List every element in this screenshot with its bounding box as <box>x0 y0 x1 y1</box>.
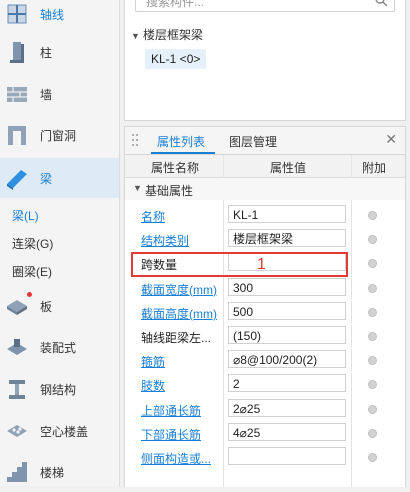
tab-layers[interactable]: 图层管理 <box>229 133 277 150</box>
highlight-box <box>131 252 348 277</box>
property-value-field[interactable]: KL-1 <box>228 205 346 223</box>
group-row[interactable]: ▼ 基础属性 <box>125 178 405 200</box>
header-value: 属性值 <box>270 161 307 175</box>
property-row[interactable]: 箍筋 ⌀8@100/200(2) <box>125 348 405 372</box>
tree-expand-icon[interactable]: ▼ <box>131 31 140 41</box>
nav-label-stairs: 楼梯 <box>40 466 65 480</box>
header-name: 属性名称 <box>151 161 200 175</box>
property-row[interactable]: 上部通长筋 2⌀25 <box>125 397 405 421</box>
property-value-field[interactable] <box>228 447 346 465</box>
beam-sub-beam[interactable]: 梁(L) <box>12 207 39 224</box>
attach-checkbox[interactable] <box>368 307 377 317</box>
attach-checkbox[interactable] <box>368 283 377 293</box>
axis-icon <box>7 4 27 24</box>
group-label: 基础属性 <box>145 184 194 198</box>
nav-item-beam[interactable]: 梁 <box>0 158 119 198</box>
nav-item-wall[interactable]: 墙 <box>0 74 119 114</box>
property-row[interactable]: 截面高度(mm) 500 <box>125 300 405 324</box>
nav-label-axis: 轴线 <box>40 8 65 22</box>
property-row[interactable]: 名称 KL-1 <box>125 203 405 227</box>
property-name[interactable]: 截面宽度(mm) <box>141 281 223 298</box>
property-row[interactable]: 截面宽度(mm) 300 <box>125 276 405 300</box>
property-name[interactable]: 截面高度(mm) <box>141 305 223 322</box>
nav-label-prefab: 装配式 <box>40 341 77 355</box>
search-input[interactable]: 搜索构件... <box>135 0 395 12</box>
property-value-field[interactable]: 2⌀25 <box>228 398 346 417</box>
properties-panel: 属性列表 图层管理 ✕ 属性名称 属性值 附加 ▼ 基础属性 名称 KL-1 结构类… <box>124 126 406 487</box>
property-value-field[interactable]: 500 <box>228 301 346 320</box>
property-row[interactable]: 侧面构造或... <box>125 445 405 469</box>
attach-checkbox[interactable] <box>368 453 377 462</box>
property-name[interactable]: 名称 <box>141 208 223 225</box>
steel-icon <box>9 380 25 399</box>
attach-checkbox[interactable] <box>368 380 377 390</box>
property-row[interactable]: 肢数 2 <box>125 372 405 396</box>
attach-checkbox[interactable] <box>368 259 377 269</box>
property-name[interactable]: 箍筋 <box>141 353 223 370</box>
nav-item-stairs[interactable]: 楼梯 <box>0 452 119 492</box>
property-value-field[interactable]: 4⌀25 <box>228 422 346 441</box>
search-icon[interactable] <box>374 0 388 7</box>
collapse-icon[interactable]: ▼ <box>133 183 142 193</box>
prefab-icon <box>7 339 27 355</box>
search-placeholder: 搜索构件... <box>146 0 205 9</box>
property-name[interactable]: 下部通长筋 <box>141 426 223 443</box>
property-name[interactable]: 结构类别 <box>141 232 223 249</box>
nav-label-hollow-floor: 空心楼盖 <box>40 425 89 439</box>
stairs-icon <box>7 462 27 482</box>
property-value-field[interactable]: 300 <box>228 277 346 296</box>
property-name[interactable]: 侧面构造或... <box>141 450 223 467</box>
nav-item-steel[interactable]: 钢结构 <box>0 369 119 409</box>
nav-label-door-window: 门窗洞 <box>40 129 77 143</box>
attach-checkbox[interactable] <box>368 332 377 341</box>
header-extra: 附加 <box>362 161 387 175</box>
property-row[interactable]: 轴线距梁左... (150) <box>125 324 405 348</box>
nav-item-prefab[interactable]: 装配式 <box>0 327 119 367</box>
tab-properties[interactable]: 属性列表 <box>157 133 205 150</box>
attach-checkbox[interactable] <box>368 211 377 220</box>
nav-item-slab[interactable]: 板 <box>0 286 119 326</box>
nav-label-slab: 板 <box>40 300 53 314</box>
property-name[interactable]: 肢数 <box>141 377 223 394</box>
table-header: 属性名称 属性值 附加 <box>125 155 405 178</box>
property-row[interactable]: 下部通长筋 4⌀25 <box>125 421 405 445</box>
component-nav: 轴线 柱 墙 门窗洞 梁 梁(L) 连梁(G) 圈梁(E) 板 装配式 钢结构 … <box>0 0 120 486</box>
property-value-field[interactable]: 楼层框架梁 <box>228 229 346 248</box>
nav-label-column: 柱 <box>40 46 53 60</box>
tree-group-label[interactable]: 楼层框架梁 <box>143 26 203 43</box>
active-tab-indicator <box>151 152 215 154</box>
property-name: 轴线距梁左... <box>141 331 212 345</box>
nav-item-door-window[interactable]: 门窗洞 <box>0 115 119 155</box>
property-value-field[interactable]: 2 <box>228 374 346 393</box>
attach-checkbox[interactable] <box>368 356 377 366</box>
door-window-icon <box>8 126 26 145</box>
tree-item[interactable]: KL-1 <0> <box>145 49 207 69</box>
nav-item-axis[interactable]: 轴线 <box>0 0 119 34</box>
nav-label-steel: 钢结构 <box>40 383 77 397</box>
wall-icon <box>7 87 27 102</box>
panel-tabbar: 属性列表 图层管理 ✕ <box>125 127 405 155</box>
beam-sub-ring[interactable]: 圈梁(E) <box>12 263 52 280</box>
property-value-field[interactable]: ⌀8@100/200(2) <box>228 350 346 369</box>
component-tree-panel: 搜索构件... ▼ 楼层框架梁 KL-1 <0> <box>124 0 406 121</box>
property-value-field[interactable]: (150) <box>228 326 346 344</box>
beam-icon <box>7 170 27 190</box>
beam-sub-coupling[interactable]: 连梁(G) <box>12 235 53 252</box>
attach-checkbox[interactable] <box>368 428 377 438</box>
nav-label-wall: 墙 <box>40 88 53 102</box>
drag-grip-icon[interactable] <box>131 133 139 147</box>
close-icon[interactable]: ✕ <box>385 131 397 148</box>
property-name[interactable]: 上部通长筋 <box>141 402 223 419</box>
nav-item-hollow-floor[interactable]: 空心楼盖 <box>0 411 119 451</box>
property-row[interactable]: 结构类别 楼层框架梁 <box>125 227 405 251</box>
attach-checkbox[interactable] <box>368 235 377 245</box>
attach-checkbox[interactable] <box>368 404 377 414</box>
annotation-number: 1 <box>257 256 266 273</box>
nav-item-column[interactable]: 柱 <box>0 32 119 72</box>
hollow-floor-icon <box>7 425 27 437</box>
nav-label-beam: 梁 <box>40 172 53 186</box>
slab-icon <box>7 300 27 315</box>
column-icon <box>10 42 24 63</box>
